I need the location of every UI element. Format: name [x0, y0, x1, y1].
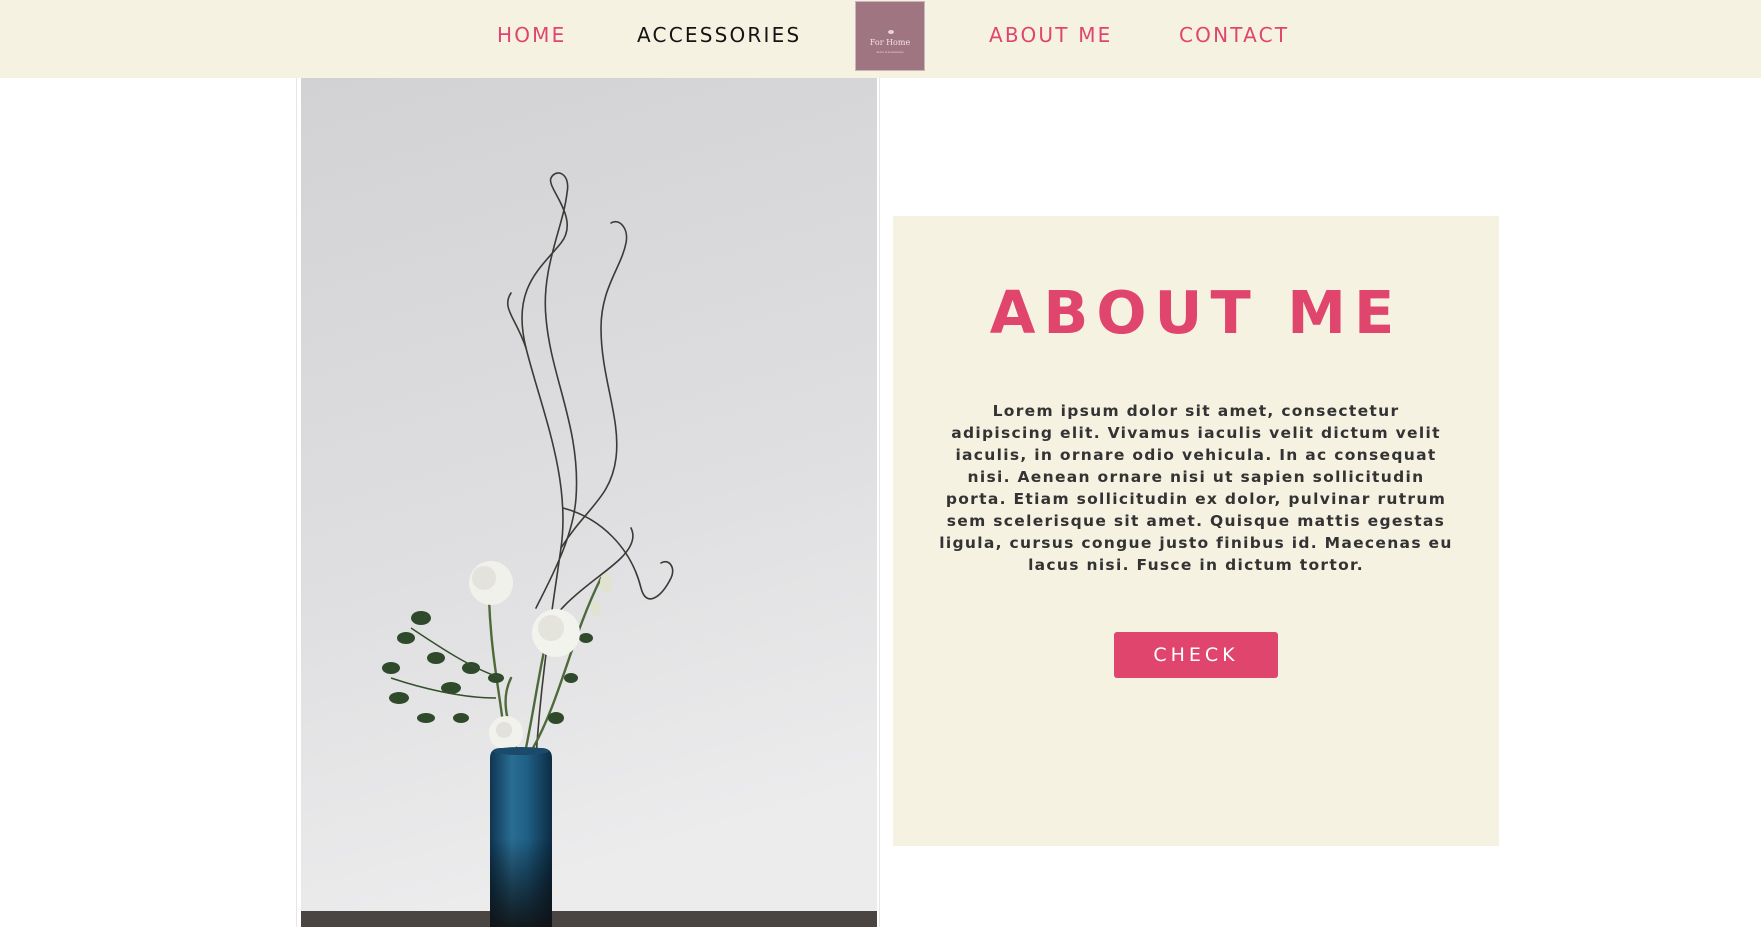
flower-vase-illustration: [301, 78, 877, 927]
logo-mark-icon: [888, 30, 894, 34]
nav-link-contact[interactable]: CONTACT: [1179, 23, 1289, 47]
nav-link-accessories[interactable]: ACCESSORIES: [637, 23, 801, 47]
check-button[interactable]: CHECK: [1114, 632, 1278, 678]
top-navbar: HOME ACCESSORIES For Home decor & access…: [0, 0, 1761, 78]
nav-link-about-me[interactable]: ABOUT ME: [989, 23, 1113, 47]
logo-subtext: decor & accessories: [876, 50, 904, 54]
logo-text: For Home: [869, 38, 911, 47]
about-me-panel: ABOUT ME Lorem ipsum dolor sit amet, con…: [893, 216, 1499, 846]
brand-logo[interactable]: For Home decor & accessories: [855, 1, 925, 71]
about-me-heading: ABOUT ME: [989, 278, 1403, 347]
about-me-description: Lorem ipsum dolor sit amet, consectetur …: [939, 402, 1453, 574]
nav-link-home[interactable]: HOME: [497, 23, 566, 47]
flower-vase-photo: [301, 78, 877, 927]
